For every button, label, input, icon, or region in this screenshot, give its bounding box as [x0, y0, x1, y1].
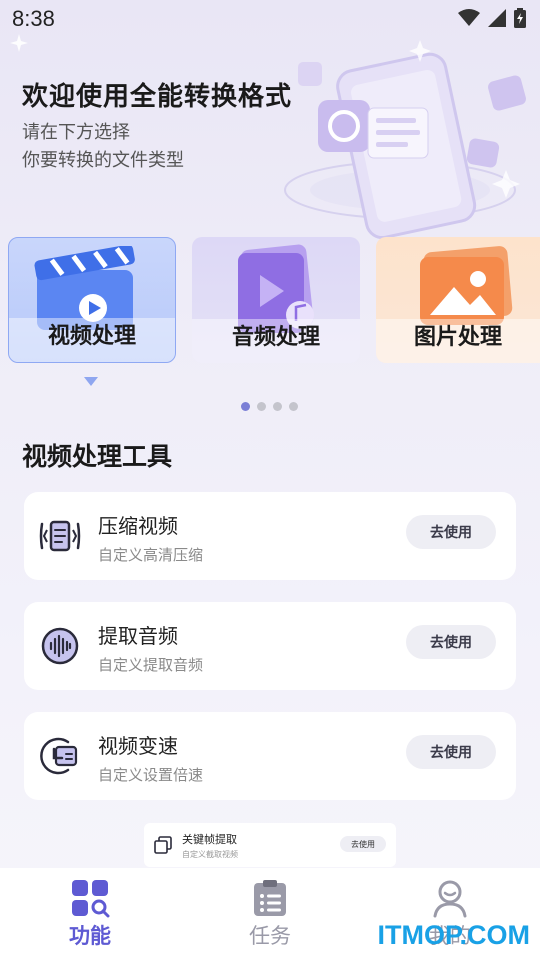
watermark-text: ITMOP.COM — [377, 920, 530, 950]
nav-label-features: 功能 — [69, 924, 111, 948]
tool-name: 提取音频 — [98, 624, 178, 648]
compress-video-icon — [39, 520, 81, 552]
carousel-dot[interactable] — [289, 402, 298, 411]
sparkle-icon — [10, 34, 28, 52]
status-time: 8:38 — [12, 6, 55, 31]
nav-tab-features[interactable]: 功能 — [40, 878, 140, 952]
category-label-video: 视频处理 — [47, 324, 136, 349]
category-label-audio: 音频处理 — [231, 325, 320, 350]
clipboard-list-icon — [254, 880, 286, 916]
tool-desc: 自定义高清压缩 — [98, 546, 204, 564]
section-title: 视频处理工具 — [22, 442, 173, 471]
tool-card-compress-video[interactable]: 压缩视频 自定义高清压缩 去使用 — [24, 492, 516, 580]
carousel-dot[interactable] — [257, 402, 266, 411]
audio-wave-icon — [41, 627, 79, 665]
category-label-image: 图片处理 — [413, 325, 502, 350]
carousel-dot-active[interactable] — [241, 402, 250, 411]
tool-name: 视频变速 — [98, 734, 178, 758]
hero-subtitle-line2: 你要转换的文件类型 — [22, 150, 184, 171]
tool-card-extract-audio[interactable]: 提取音频 自定义提取音频 去使用 — [24, 602, 516, 690]
speed-icon — [40, 737, 78, 775]
nav-label-tasks: 任务 — [249, 924, 291, 948]
selected-category-pointer — [84, 377, 98, 386]
category-card-video[interactable]: 视频处理 — [8, 237, 176, 363]
tool-desc: 自定义提取音频 — [98, 656, 204, 674]
carousel-dot[interactable] — [273, 402, 282, 411]
carousel-dots — [241, 402, 298, 411]
use-button[interactable]: 去使用 — [406, 625, 496, 659]
grid-search-icon — [72, 880, 110, 918]
tool-desc: 自定义设置倍速 — [98, 766, 204, 784]
category-card-audio[interactable]: 音频处理 — [192, 237, 360, 363]
use-button[interactable]: 去使用 — [406, 735, 496, 769]
nav-tab-tasks[interactable]: 任务 — [220, 878, 320, 952]
tool-card-keyframe[interactable]: 关键帧提取 自定义截取视频 去使用 — [144, 823, 396, 867]
tool-name: 关键帧提取 — [182, 833, 237, 846]
category-card-image[interactable]: 图片处理 — [376, 237, 540, 363]
tool-desc: 自定义截取视频 — [182, 850, 238, 859]
keyframe-icon — [154, 836, 172, 854]
image-picture-icon — [420, 246, 513, 325]
use-button[interactable]: 去使用 — [340, 836, 386, 852]
user-icon — [433, 880, 467, 918]
hero-illustration — [284, 40, 526, 240]
tool-card-video-speed[interactable]: 视频变速 自定义设置倍速 去使用 — [24, 712, 516, 800]
tool-name: 压缩视频 — [98, 514, 178, 538]
hero-subtitle-line1: 请在下方选择 — [22, 122, 130, 143]
use-button[interactable]: 去使用 — [406, 515, 496, 549]
hero-title: 欢迎使用全能转换格式 — [22, 82, 293, 112]
